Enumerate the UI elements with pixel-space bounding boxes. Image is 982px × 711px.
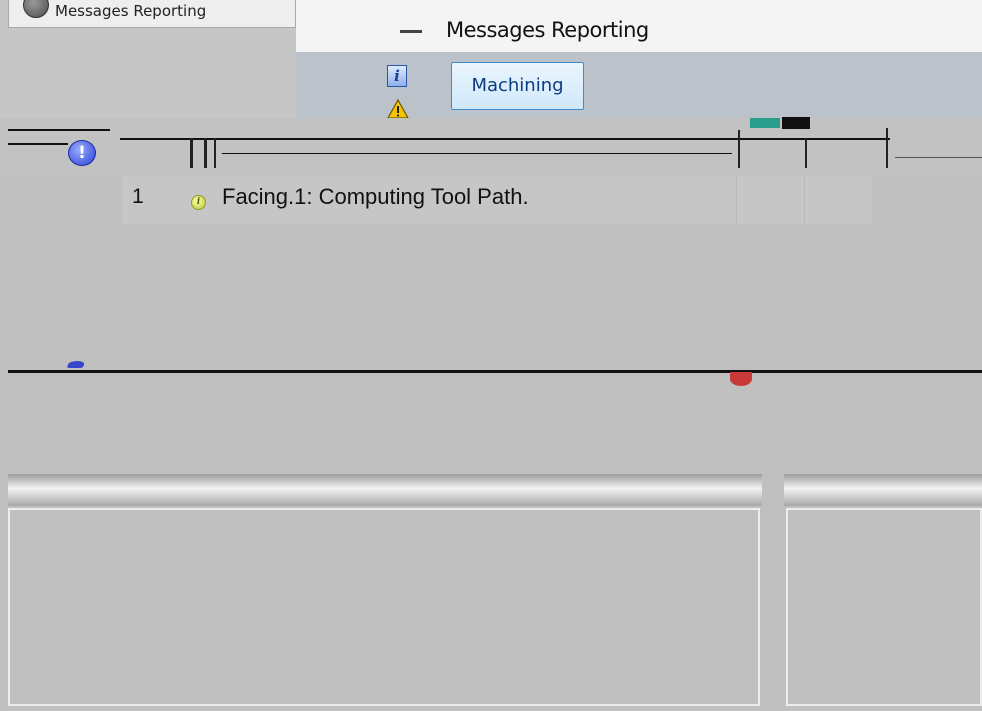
column-separator[interactable] <box>886 128 888 168</box>
table-row[interactable]: 1 i Facing.1: Computing Tool Path. <box>122 176 872 224</box>
details-panel <box>8 508 760 706</box>
header-rule <box>895 157 982 158</box>
column-separator[interactable] <box>805 138 807 168</box>
window-title: Messages Reporting <box>446 18 649 42</box>
pane-splitter[interactable] <box>8 370 982 373</box>
side-panel <box>786 508 982 706</box>
header-rule <box>8 129 110 131</box>
header-marker <box>782 117 810 129</box>
column-separator[interactable] <box>738 130 740 168</box>
message-list-header <box>0 118 982 176</box>
pane-marker-icon <box>730 372 752 386</box>
column-line <box>804 176 805 224</box>
column-separator[interactable] <box>204 138 207 168</box>
info-icon: i <box>191 195 206 210</box>
header-marker <box>750 118 780 128</box>
warning-icon[interactable] <box>387 99 409 119</box>
machining-button[interactable]: Machining <box>451 62 584 110</box>
header-rule <box>120 138 890 140</box>
column-line <box>736 176 737 224</box>
side-panel-header <box>784 474 982 506</box>
info-filter-button[interactable]: i <box>387 65 407 87</box>
message-index: 1 <box>132 185 144 208</box>
error-filter-icon[interactable]: ! <box>68 140 96 166</box>
pane-marker-icon <box>66 361 86 368</box>
message-text: Facing.1: Computing Tool Path. <box>222 184 529 209</box>
column-separator[interactable] <box>214 138 216 168</box>
globe-icon <box>23 0 49 18</box>
header-rule <box>222 153 732 154</box>
window-tab-label: Messages Reporting <box>55 2 207 20</box>
header-rule <box>8 143 68 145</box>
title-bar: Messages Reporting <box>296 0 982 52</box>
minimize-icon[interactable] <box>400 30 422 33</box>
window-tab[interactable]: Messages Reporting <box>8 0 296 28</box>
column-separator[interactable] <box>190 138 193 168</box>
details-panel-header <box>8 474 762 506</box>
